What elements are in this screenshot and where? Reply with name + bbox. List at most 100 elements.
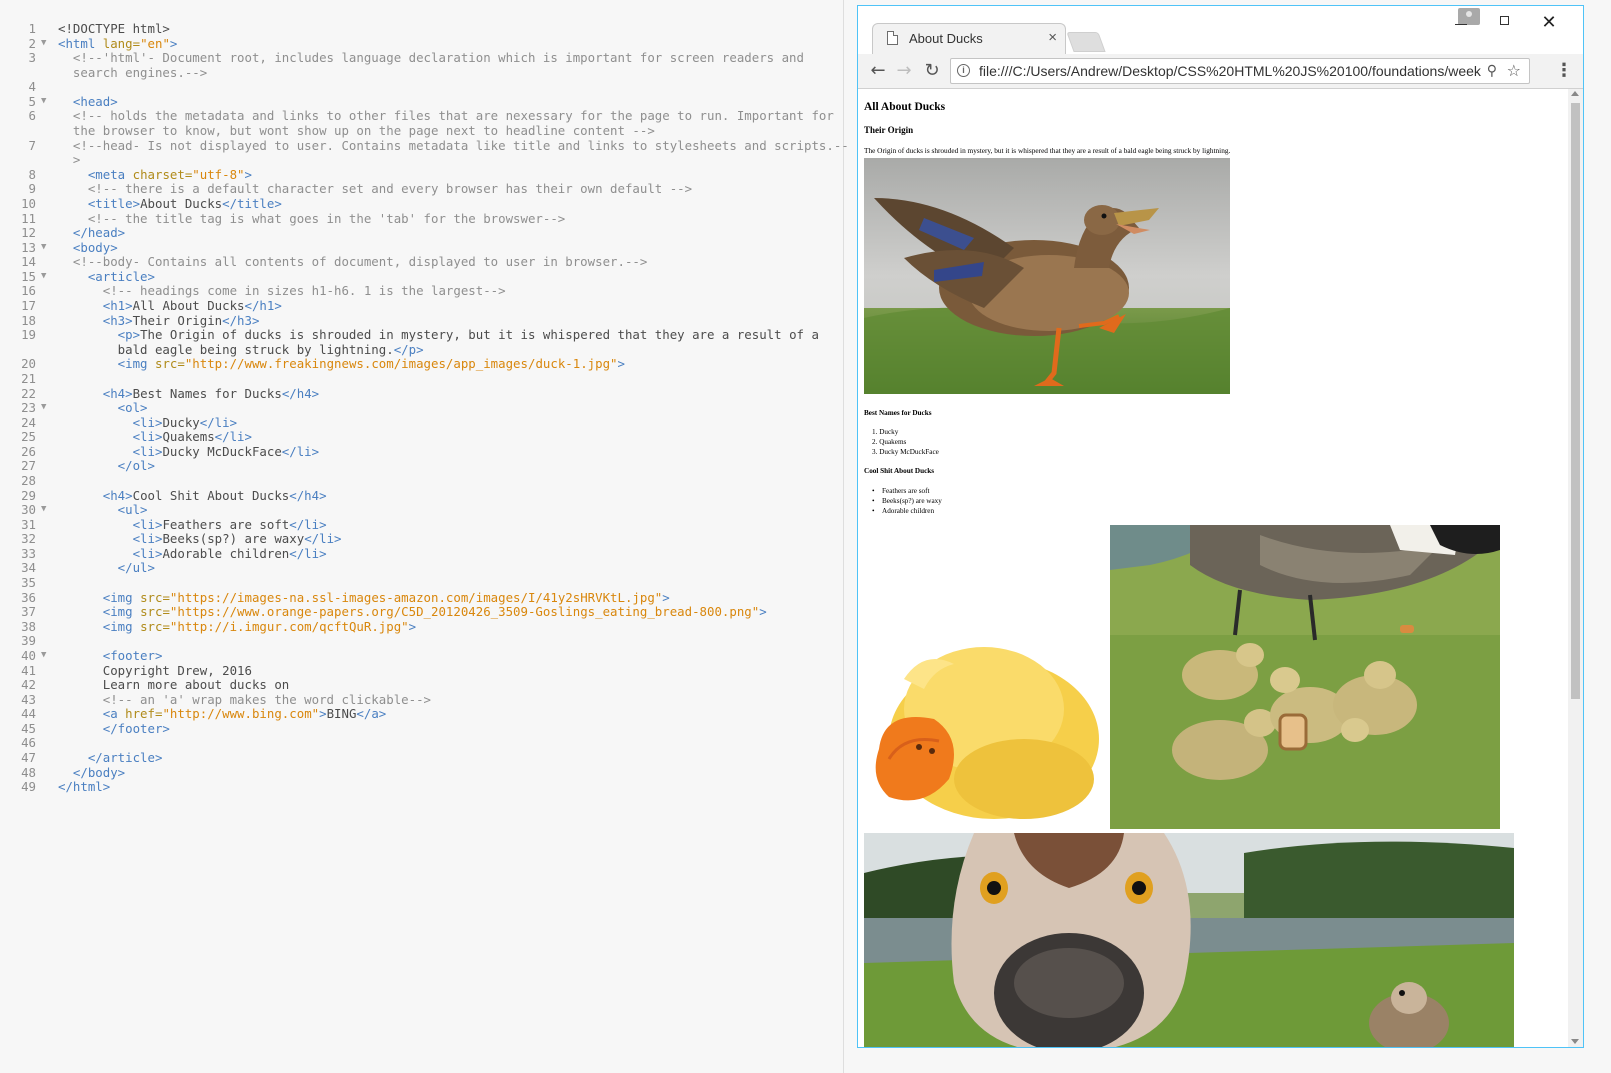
code-token: > — [617, 356, 625, 372]
line-number: 42 — [21, 677, 36, 693]
line-number: 34 — [21, 560, 36, 576]
code-text: <body> — [58, 240, 118, 255]
line-number: 46 — [21, 735, 36, 751]
code-token: src= — [140, 618, 170, 634]
scroll-down-arrow-icon[interactable] — [1571, 1039, 1579, 1044]
plush-duck-image — [864, 629, 1104, 825]
code-token: </li> — [214, 429, 252, 445]
code-token: <p> — [58, 327, 141, 343]
code-text: <!--head- Is not displayed to user. Cont… — [58, 138, 849, 153]
code-token: "en" — [140, 35, 170, 51]
line-number: 45 — [21, 720, 36, 736]
code-text: <li>Ducky</li> — [58, 415, 237, 430]
code-token: src= — [140, 604, 170, 620]
line-number: 38 — [21, 618, 36, 634]
tab-close-icon[interactable]: × — [1048, 29, 1057, 46]
list-item: 3. Ducky McDuckFace — [872, 448, 939, 456]
code-token: </footer> — [58, 720, 170, 736]
zoom-icon[interactable]: ⚲ — [1487, 63, 1497, 79]
code-token: <ul> — [58, 502, 148, 518]
line-number: 17 — [21, 298, 36, 314]
code-token: All About Ducks — [132, 298, 245, 314]
address-bar[interactable]: i file:///C:/Users/Andrew/Desktop/CSS%20… — [950, 58, 1530, 84]
code-text: </body> — [58, 765, 125, 780]
code-text: </article> — [58, 750, 163, 765]
close-window-button[interactable]: ✕ — [1534, 10, 1564, 34]
code-token: > — [169, 35, 178, 51]
vertical-scrollbar[interactable] — [1568, 89, 1583, 1047]
cool-list: Feathers are soft Beeks(sp?) are waxy Ad… — [872, 486, 942, 516]
line-number: 18 — [21, 312, 36, 328]
code-token: <h4> — [58, 385, 133, 401]
line-number: 19 — [21, 327, 36, 343]
browser-window: About Ducks × ✕ ← → ↻ i file:///C:/Users… — [857, 5, 1584, 1048]
forward-button[interactable]: → — [892, 59, 916, 83]
line-number: 44 — [21, 706, 36, 722]
fold-arrow-icon[interactable]: ▼ — [41, 240, 46, 255]
info-icon[interactable]: i — [957, 64, 970, 77]
code-token: </li> — [304, 531, 342, 547]
document-icon — [887, 31, 898, 45]
code-text: </head> — [58, 225, 125, 240]
code-token: Copyright Drew, 2016 — [58, 662, 252, 678]
reload-button[interactable]: ↻ — [920, 59, 944, 83]
url-text[interactable]: file:///C:/Users/Andrew/Desktop/CSS%20HT… — [979, 63, 1481, 79]
code-text: <article> — [58, 269, 155, 284]
code-token: <!--body- Contains all contents of docum… — [58, 254, 648, 270]
code-token: Best Names for Ducks — [132, 385, 282, 401]
line-number: 33 — [21, 545, 36, 561]
code-token: <li> — [58, 429, 163, 445]
line-number: 40 — [21, 647, 36, 663]
bookmark-star-icon[interactable]: ☆ — [1507, 61, 1521, 80]
code-text: </footer> — [58, 721, 170, 736]
code-token: The Origin of ducks is shrouded in myste… — [140, 327, 819, 343]
code-token: > — [408, 618, 417, 634]
fold-arrow-icon[interactable]: ▼ — [41, 400, 46, 415]
fold-arrow-icon[interactable]: ▼ — [41, 36, 46, 51]
code-text: </ol> — [58, 458, 155, 473]
line-number: 26 — [21, 443, 36, 459]
code-text: <img src="http://www.freakingnews.com/im… — [58, 356, 625, 371]
line-number: 1 — [28, 21, 36, 36]
code-text: <!--body- Contains all contents of docum… — [58, 254, 647, 269]
code-text: <li>Beeks(sp?) are waxy</li> — [58, 531, 342, 546]
line-number: 2 — [28, 35, 36, 51]
code-editor[interactable]: 1 <!DOCTYPE html> 2 ▼ <html lang="en"> 3 <!--… — [0, 0, 849, 1073]
maximize-button[interactable] — [1490, 10, 1520, 34]
code-token: </h3> — [222, 312, 260, 328]
scroll-up-arrow-icon[interactable] — [1571, 91, 1579, 96]
code-text: <li>Quakems</li> — [58, 429, 252, 444]
code-token: </article> — [58, 750, 163, 765]
cool-heading: Cool Shit About Ducks — [864, 467, 935, 475]
tab-about-ducks[interactable]: About Ducks × — [872, 23, 1066, 54]
new-tab-button[interactable] — [1066, 32, 1106, 52]
line-number: 24 — [21, 414, 36, 430]
line-number: 15 — [21, 268, 36, 284]
code-token: > — [662, 589, 670, 605]
names-heading: Best Names for Ducks — [864, 409, 932, 417]
code-text: <!-- headings come in sizes h1-h6. 1 is … — [58, 283, 506, 298]
tab-title: About Ducks — [909, 31, 983, 46]
page-viewport[interactable]: All About Ducks Their Origin The Origin … — [858, 89, 1583, 1047]
code-text: <h4>Cool Shit About Ducks</h4> — [58, 488, 327, 503]
menu-icon[interactable]: ⋮ — [1554, 59, 1574, 83]
code-token: href= — [125, 706, 163, 722]
back-button[interactable]: ← — [866, 59, 890, 83]
list-item: Adorable children — [872, 506, 942, 516]
code-text: <!-- there is a default character set an… — [58, 181, 692, 196]
fold-arrow-icon[interactable]: ▼ — [41, 648, 46, 663]
code-token: "utf-8" — [192, 166, 245, 182]
fold-arrow-icon[interactable]: ▼ — [41, 94, 46, 109]
code-token: </ul> — [58, 560, 155, 576]
code-token: <h4> — [58, 487, 133, 503]
scrollbar-thumb[interactable] — [1571, 103, 1580, 699]
code-token: </html> — [58, 779, 111, 795]
fold-arrow-icon[interactable]: ▼ — [41, 502, 46, 517]
code-token: </li> — [289, 516, 327, 532]
list-item: Feathers are soft — [872, 486, 942, 496]
line-number: 29 — [21, 487, 36, 503]
fold-arrow-icon[interactable]: ▼ — [41, 269, 46, 284]
minimize-button[interactable] — [1446, 10, 1476, 34]
code-token: </h1> — [244, 298, 282, 314]
code-token: Ducky — [162, 414, 200, 430]
